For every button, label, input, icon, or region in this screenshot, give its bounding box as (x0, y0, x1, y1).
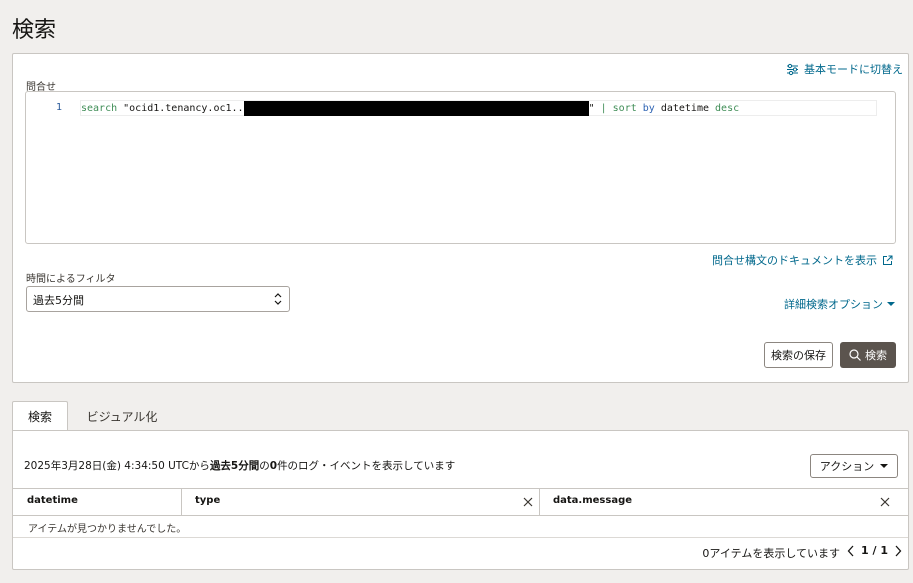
by-keyword: by (642, 103, 655, 114)
updown-arrows-icon (274, 293, 282, 305)
table-footer: 0アイテムを表示しています 1 / 1 (13, 538, 908, 568)
caret-down-icon (880, 464, 889, 468)
summary-prefix: 2025年3月28日(金) 4:34:50 UTCから (24, 460, 210, 472)
empty-message: アイテムが見つかりませんでした。 (13, 516, 908, 538)
tab-visualize[interactable]: ビジュアル化 (82, 401, 162, 431)
actions-label: アクション (819, 460, 875, 473)
save-search-label: 検索の保存 (771, 349, 826, 362)
query-editor[interactable]: 1 search "ocid1.tenancy.oc1.. " | sort by… (25, 91, 896, 244)
switch-to-basic-mode-link[interactable]: 基本モードに切替え (786, 61, 903, 77)
switch-to-basic-mode-label: 基本モードに切替え (804, 63, 903, 76)
line-number: 1 (56, 102, 63, 113)
close-icon[interactable] (879, 496, 891, 508)
query-code[interactable]: search "ocid1.tenancy.oc1.. " | sort by d… (81, 101, 739, 116)
caret-down-icon (887, 302, 895, 306)
page-info: 1 / 1 (861, 544, 888, 557)
doc-link-label: 問合せ構文のドキュメントを表示 (712, 254, 877, 267)
summary-suffix: 件のログ・イベントを表示しています (277, 460, 456, 472)
results-summary: 2025年3月28日(金) 4:34:50 UTCから過去5分間の0件のログ・イ… (24, 458, 455, 473)
column-header-datetime[interactable]: datetime (13, 489, 181, 516)
search-icon (849, 349, 861, 361)
sort-keyword: sort (606, 103, 643, 114)
search-keyword: search (81, 103, 118, 114)
redacted-block (243, 101, 589, 116)
chevron-left-icon[interactable] (847, 545, 855, 557)
actions-button[interactable]: アクション (810, 454, 898, 478)
results-table: datetime type data.message アイテムが見つかりませんで… (13, 488, 908, 538)
query-string-start: "ocid1.tenancy.oc1.. (117, 103, 244, 114)
advanced-options-label: 詳細検索オプション (784, 298, 883, 311)
summary-count: 0 (269, 460, 278, 472)
chevron-right-icon[interactable] (894, 545, 902, 557)
items-shown-count: 0アイテムを表示しています (702, 547, 840, 560)
time-filter-label: 時間によるフィルタ (26, 274, 116, 285)
editor-line: 1 search "ocid1.tenancy.oc1.. " | sort by… (26, 100, 895, 117)
time-filter-value: 過去5分間 (33, 294, 84, 307)
query-syntax-doc-link[interactable]: 問合せ構文のドキュメントを表示 (712, 252, 893, 268)
pagination: 1 / 1 (847, 544, 902, 557)
table-header: datetime type data.message (13, 488, 908, 516)
time-filter-select[interactable]: 過去5分間 (26, 286, 290, 312)
sliders-icon (787, 63, 798, 75)
column-header-type[interactable]: type (181, 489, 539, 516)
external-link-icon (883, 255, 893, 265)
desc-keyword: desc (715, 103, 740, 114)
query-string-end: " (588, 103, 601, 114)
advanced-search-options-link[interactable]: 詳細検索オプション (784, 296, 895, 312)
sort-field: datetime (654, 103, 716, 114)
summary-mid: の (259, 460, 270, 472)
page-title: 検索 (12, 18, 57, 43)
tab-search[interactable]: 検索 (12, 401, 68, 431)
search-button[interactable]: 検索 (840, 342, 896, 368)
save-search-button[interactable]: 検索の保存 (764, 342, 833, 368)
summary-range: 過去5分間 (209, 460, 260, 472)
search-button-label: 検索 (865, 349, 887, 362)
column-header-data-message[interactable]: data.message (539, 489, 899, 516)
close-icon[interactable] (522, 496, 534, 508)
